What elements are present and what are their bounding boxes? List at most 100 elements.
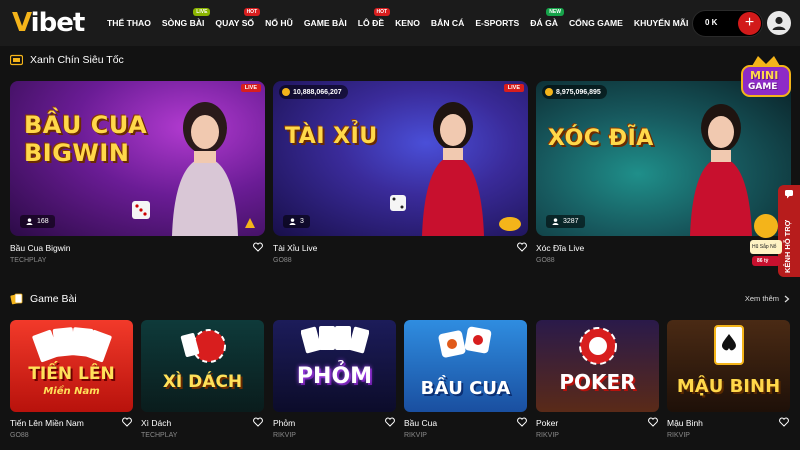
nav-ban-ca[interactable]: BẮN CÁ — [431, 18, 464, 28]
game-card-xi-dach[interactable]: XÌ DÁCH — [141, 320, 264, 412]
nav-quay-so[interactable]: QUAY SỐ HOT — [215, 8, 261, 28]
card-provider: GO88 — [10, 432, 29, 439]
viewer-number: 168 — [37, 218, 49, 225]
nav-the-thao[interactable]: THỂ THAO — [107, 18, 151, 28]
provider-logo-icon — [245, 218, 255, 228]
playing-cards-art — [301, 326, 369, 354]
poker-chip-art — [579, 327, 617, 365]
dealer-image — [172, 102, 238, 236]
jackpot-amount: 10,888,066,207 — [293, 88, 342, 96]
nav-label: BẮN CÁ — [430, 18, 465, 28]
game-card-bau-cua[interactable]: BẦU CUA — [404, 320, 527, 412]
card-name: Tiến Lên Miền Nam — [10, 418, 84, 428]
section-title: Xanh Chín Siêu Tốc — [30, 54, 124, 66]
game-card-poker[interactable]: POKER — [536, 320, 659, 412]
card-provider: TECHPLAY — [141, 432, 178, 439]
nav-cong-game[interactable]: CỔNG GAME — [569, 18, 623, 28]
user-icon — [772, 16, 786, 30]
game-art-title: MẬU BINH — [676, 376, 781, 397]
card-provider: GO88 — [273, 257, 292, 264]
nav-label: THỂ THAO — [107, 18, 151, 28]
game-art-title: XÌ DÁCH — [162, 372, 243, 392]
card-art-title: TÀI XỈU — [285, 124, 378, 149]
favorite-heart-icon[interactable] — [517, 242, 527, 252]
nav-no-hu[interactable]: NỔ HŨ — [265, 18, 293, 28]
chat-icon — [785, 190, 793, 199]
vibet-logo[interactable]: Vibet — [12, 8, 85, 38]
card-name: Xì Dách — [141, 418, 172, 428]
favorite-heart-icon[interactable] — [253, 242, 263, 252]
user-avatar-button[interactable] — [767, 11, 791, 35]
favorite-heart-icon[interactable] — [517, 417, 527, 427]
favorite-heart-icon[interactable] — [122, 417, 132, 427]
nav-label: GAME BÀI — [303, 18, 347, 28]
live-card-tai-xiu[interactable]: 10,888,066,207 LIVE TÀI XỈU 3 — [273, 81, 528, 236]
game-card-phom[interactable]: PHỎM — [273, 320, 396, 412]
mini-game-widget[interactable]: MINI GAME — [738, 52, 794, 108]
balance-amount: 0 K — [705, 18, 718, 27]
jackpot-pill: 10,888,066,207 — [279, 85, 348, 99]
jackpot-widget[interactable]: Hũ Sắp Nổ 86 tỷ — [748, 210, 784, 268]
game-art-title: POKER — [559, 370, 636, 394]
nav-label: CỔNG GAME — [568, 18, 623, 28]
jackpot-value: 86 tỷ — [757, 258, 769, 264]
live-tv-icon — [10, 54, 23, 66]
viewer-count: 3287 — [546, 215, 585, 228]
nav-lo-de[interactable]: LÔ ĐỀ HOT — [357, 8, 391, 28]
nav-label: QUAY SỐ — [215, 18, 255, 28]
deposit-plus-button[interactable]: + — [738, 12, 761, 35]
card-provider: GO88 — [536, 257, 555, 264]
coin-icon — [545, 88, 553, 96]
live-card-bau-cua-bigwin[interactable]: LIVE BẦU CUA BIGWIN 168 — [10, 81, 265, 236]
nav-label: KENO — [395, 18, 420, 28]
mini-game-label: MINI — [750, 69, 779, 82]
playing-cards-art — [32, 327, 112, 363]
favorite-heart-icon[interactable] — [253, 417, 263, 427]
game-bai-section-header: Game Bài — [10, 291, 77, 307]
favorite-heart-icon[interactable] — [385, 417, 395, 427]
viewer-count: 3 — [283, 215, 310, 228]
coin-icon — [282, 88, 290, 96]
card-name: Xóc Đĩa Live — [536, 243, 585, 253]
see-more-link[interactable]: Xem thêm — [745, 294, 790, 303]
nav-khuyen-mai[interactable]: KHUYẾN MÃI — [634, 18, 688, 28]
game-art-title: TIẾN LÊN — [28, 364, 115, 384]
hot-badge: HOT — [243, 8, 261, 16]
card-provider: RIKVIP — [404, 432, 427, 439]
game-card-mau-binh[interactable]: MẬU BINH — [667, 320, 790, 412]
game-art-title: PHỎM — [296, 364, 373, 389]
main-nav: THỂ THAO SÒNG BÀI LIVE QUAY SỐ HOT NỔ HŨ G… — [107, 0, 688, 46]
nav-keno[interactable]: KENO — [395, 18, 420, 28]
viewer-number: 3287 — [563, 218, 579, 225]
favorite-heart-icon[interactable] — [648, 417, 658, 427]
nav-label: LÔ ĐỀ — [357, 18, 385, 28]
nav-game-bai[interactable]: GAME BÀI — [304, 18, 347, 28]
card-name: Bầu Cua Bigwin — [10, 243, 71, 253]
nav-label: NỔ HŨ — [265, 18, 293, 28]
favorite-heart-icon[interactable] — [779, 417, 789, 427]
card-provider: RIKVIP — [667, 432, 690, 439]
dealer-image — [422, 102, 484, 236]
poker-chip-art — [180, 329, 226, 363]
live-badge: LIVE — [503, 84, 524, 92]
person-icon — [26, 218, 33, 225]
card-art-title: BẦU CUA BIGWIN — [24, 111, 147, 167]
person-icon — [552, 218, 559, 225]
card-provider: RIKVIP — [536, 432, 559, 439]
top-header: Vibet THỂ THAO SÒNG BÀI LIVE QUAY SỐ HOT N… — [0, 0, 800, 46]
jackpot-pill: 8,975,096,895 — [542, 85, 607, 99]
balance-display[interactable]: 0 K + — [692, 10, 763, 37]
new-badge: NEW — [546, 8, 564, 16]
nav-label: ĐÁ GÀ — [530, 18, 558, 28]
person-icon — [289, 218, 296, 225]
support-tab-label: KÊNH HỖ TRỢ — [783, 219, 792, 273]
game-card-tien-len[interactable]: TIẾN LÊN Miền Nam — [10, 320, 133, 412]
nav-e-sports[interactable]: E-SPORTS — [475, 18, 519, 28]
viewer-number: 3 — [300, 218, 304, 225]
nav-song-bai[interactable]: SÒNG BÀI LIVE — [161, 8, 211, 28]
viewer-count: 168 — [20, 215, 55, 228]
nav-label: SÒNG BÀI — [161, 18, 205, 28]
mini-game-label: GAME — [748, 82, 778, 92]
nav-da-ga[interactable]: ĐÁ GÀ NEW — [530, 8, 564, 28]
card-name: Tài Xỉu Live — [273, 243, 318, 253]
